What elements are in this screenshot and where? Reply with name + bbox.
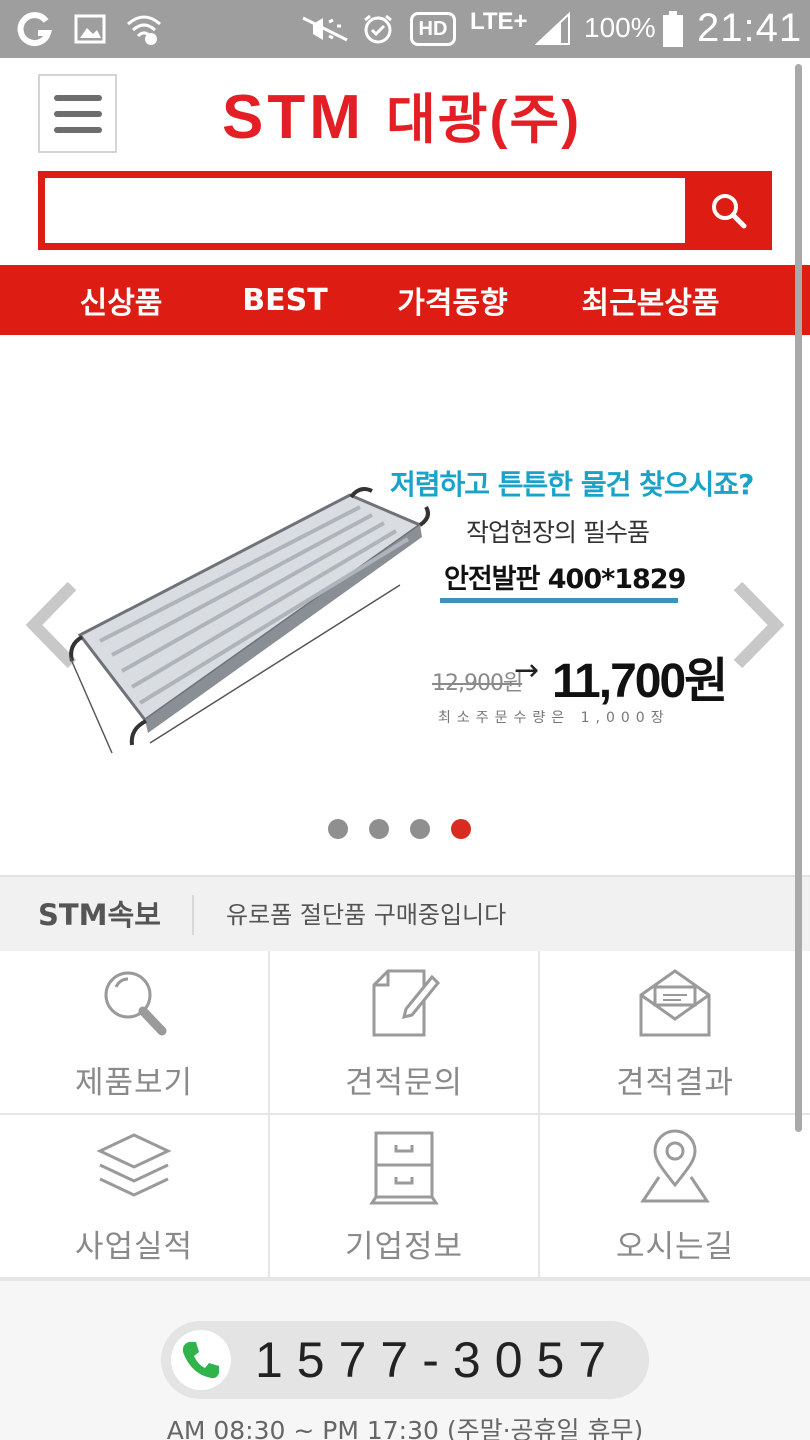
news-ticker[interactable]: STM속보 유로폼 절단품 구매중입니다 [0, 875, 810, 951]
nav-best[interactable]: BEST [230, 265, 340, 335]
banner-subtitle: 작업현장의 필수품 [466, 518, 650, 547]
envelope-open-icon [639, 969, 711, 1037]
nav-new-products[interactable]: 신상품 [66, 265, 176, 335]
menu-bar [53, 110, 102, 117]
menu-label: 견적문의 [344, 1065, 464, 1101]
signal-icon [534, 0, 572, 58]
phone-number: 1577-3057 [255, 1332, 621, 1388]
app-notification-icon [14, 0, 54, 58]
menu-quote-inquiry[interactable]: 견적문의 [270, 951, 540, 1115]
menu-business-record[interactable]: 사업실적 [0, 1115, 270, 1279]
menu-label: 제품보기 [74, 1065, 194, 1101]
news-text[interactable]: 유로폼 절단품 구매중입니다 [226, 877, 506, 953]
menu-bar [53, 94, 102, 101]
footer: 1577-3057 AM 08:30 ~ PM 17:30 (주말·공휴일 휴무… [0, 1279, 810, 1440]
business-hours: AM 08:30 ~ PM 17:30 (주말·공휴일 휴무) [166, 1416, 644, 1440]
network-type: LTE+ [470, 8, 528, 35]
brand-logo[interactable]: STM 대광(주) [222, 80, 581, 156]
phone-icon [171, 1330, 231, 1390]
search-icon [712, 193, 747, 228]
layers-icon [96, 1133, 172, 1197]
banner-min-order: 최소주문수량은 1,000장 [438, 710, 670, 726]
logo-korean: 대광(주) [386, 90, 582, 150]
nav-recently-viewed[interactable]: 최근본상품 [568, 265, 733, 335]
hd-badge: HD [410, 12, 456, 46]
banner-headline: 저렴하고 튼튼한 물건 찾으시죠? [390, 468, 754, 501]
call-button[interactable]: 1577-3057 [161, 1321, 649, 1399]
banner-new-price: 11,700원 [552, 655, 728, 708]
menu-label: 오시는길 [615, 1229, 735, 1265]
search-icon [104, 971, 167, 1036]
battery-icon [660, 0, 686, 58]
scaffold-plank-image [69, 487, 430, 754]
menu-label: 견적결과 [615, 1065, 735, 1101]
banner-carousel[interactable]: 저렴하고 튼튼한 물건 찾으시죠? 작업현장의 필수품 안전발판 400*182… [0, 335, 810, 875]
battery-percent: 100% [584, 12, 656, 43]
document-edit-icon [372, 969, 441, 1037]
menu-bar [53, 126, 102, 133]
alarm-icon [360, 0, 396, 58]
map-pin-icon [640, 1129, 710, 1203]
image-icon [72, 0, 108, 58]
chevron-right-icon [733, 581, 785, 669]
menu-directions[interactable]: 오시는길 [540, 1115, 810, 1279]
carousel-dot-active[interactable] [451, 819, 471, 839]
banner-underline [440, 598, 678, 603]
wifi-icon [124, 0, 164, 58]
menu-quote-result[interactable]: 견적결과 [540, 951, 810, 1115]
mute-icon [298, 0, 352, 58]
carousel-dot[interactable] [410, 819, 430, 839]
menu-grid: 제품보기 견적문의 견적결과 사업실적 기업정보 오시는길 [0, 951, 810, 1279]
carousel-next-button[interactable] [728, 580, 788, 670]
cabinet-icon [369, 1131, 439, 1205]
carousel-dot[interactable] [369, 819, 389, 839]
nav-price-trend[interactable]: 가격동향 [385, 265, 520, 335]
banner-product-name: 안전발판 400*1829 [444, 564, 686, 595]
menu-products[interactable]: 제품보기 [0, 951, 270, 1115]
menu-company-info[interactable]: 기업정보 [270, 1115, 540, 1279]
search-bar [38, 171, 772, 250]
search-input[interactable] [45, 178, 685, 243]
hamburger-menu-button[interactable] [38, 74, 117, 153]
banner-old-price: 12,900원 [432, 671, 523, 696]
logo-latin: STM [222, 83, 365, 152]
carousel-indicators [328, 819, 471, 839]
main-nav: 신상품 BEST 가격동향 최근본상품 [0, 265, 810, 335]
clock: 21:41 [697, 6, 803, 50]
scrollbar[interactable] [795, 64, 802, 1132]
price-arrow: → [514, 653, 540, 688]
divider [192, 895, 194, 935]
menu-label: 기업정보 [344, 1229, 464, 1265]
menu-label: 사업실적 [74, 1229, 194, 1265]
search-button[interactable] [686, 171, 772, 250]
carousel-dot[interactable] [328, 819, 348, 839]
news-title: STM속보 [38, 898, 161, 932]
status-bar: HD LTE+ 100% 21:41 [0, 0, 810, 58]
